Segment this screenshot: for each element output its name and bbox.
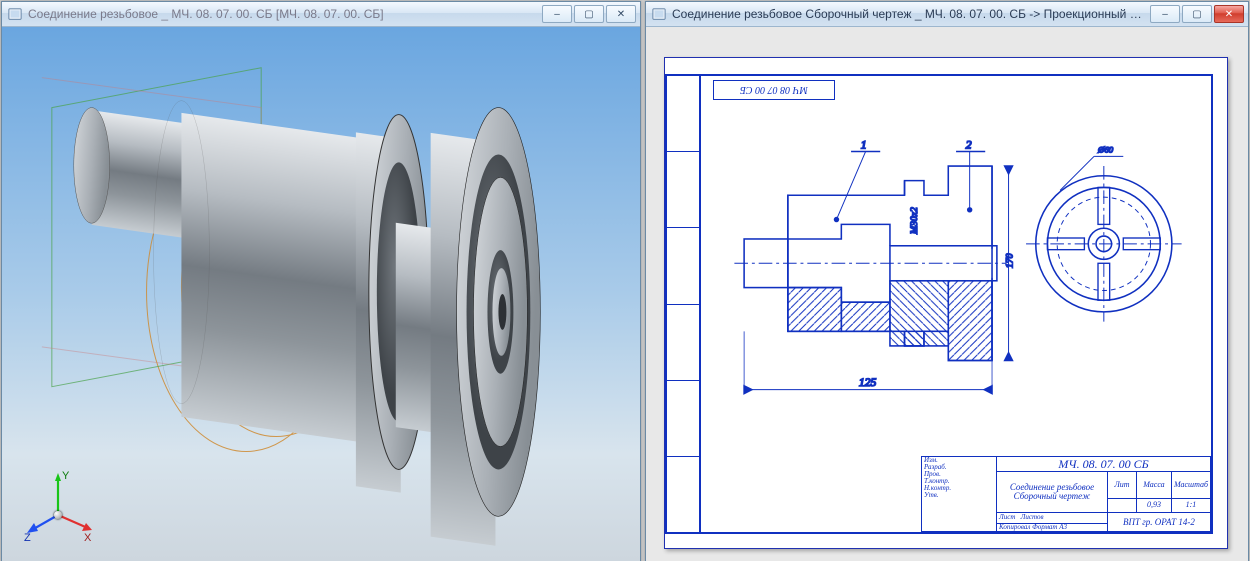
app-icon: [652, 7, 666, 21]
dim-flange: Ø60: [1097, 144, 1114, 154]
window-title-3d: Соединение резьбовое _ МЧ. 08. 07. 00. С…: [28, 7, 536, 21]
viewport-3d[interactable]: Y X Z: [2, 27, 640, 561]
minimize-button[interactable]: –: [542, 5, 572, 23]
window-title-drawing: Соединение резьбовое Сборочный чертеж _ …: [672, 7, 1144, 21]
model-3d-render: [2, 27, 640, 561]
close-button[interactable]: ✕: [1214, 5, 1244, 23]
drawing-sheet: МЧ 08 07 00 СБ: [664, 57, 1228, 549]
minimize-button[interactable]: –: [1150, 5, 1180, 23]
drawing-views: 1 2 125 М30x2: [709, 98, 1207, 448]
binding-margin-cells: [665, 74, 701, 534]
maximize-button[interactable]: ▢: [1182, 5, 1212, 23]
app-icon: [8, 7, 22, 21]
titlebar-3d[interactable]: Соединение резьбовое _ МЧ. 08. 07. 00. С…: [2, 2, 640, 27]
dim-height: 170: [1004, 253, 1015, 268]
dim-length: 125: [859, 376, 877, 389]
window-controls-drawing: – ▢ ✕: [1150, 5, 1244, 23]
viewport-drawing[interactable]: МЧ 08 07 00 СБ: [646, 27, 1248, 561]
titlebar-drawing[interactable]: Соединение резьбовое Сборочный чертеж _ …: [646, 2, 1248, 27]
window-3d-model: Соединение резьбовое _ МЧ. 08. 07. 00. С…: [1, 1, 641, 561]
org: ВПТ гр. ОРАТ 14-2: [1107, 513, 1210, 532]
close-button[interactable]: ✕: [606, 5, 636, 23]
maximize-button[interactable]: ▢: [574, 5, 604, 23]
title-block: Изм. Разраб. Пров. Т.контр. Н.контр. Утв…: [921, 456, 1211, 532]
top-doc-code: МЧ 08 07 00 СБ: [713, 80, 835, 100]
scale-value: 1:1: [1171, 498, 1210, 513]
dim-thread: М30x2: [909, 207, 920, 235]
window-controls-3d: – ▢ ✕: [542, 5, 636, 23]
doc-name-2: Сборочный чертеж: [1014, 491, 1091, 501]
window-drawing: Соединение резьбовое Сборочный чертеж _ …: [645, 1, 1249, 561]
balloon-2: 2: [966, 139, 972, 152]
mass-value: 0,93: [1136, 498, 1171, 513]
balloon-1: 1: [861, 139, 867, 152]
doc-code: МЧ. 08. 07. 00 СБ: [997, 457, 1211, 472]
